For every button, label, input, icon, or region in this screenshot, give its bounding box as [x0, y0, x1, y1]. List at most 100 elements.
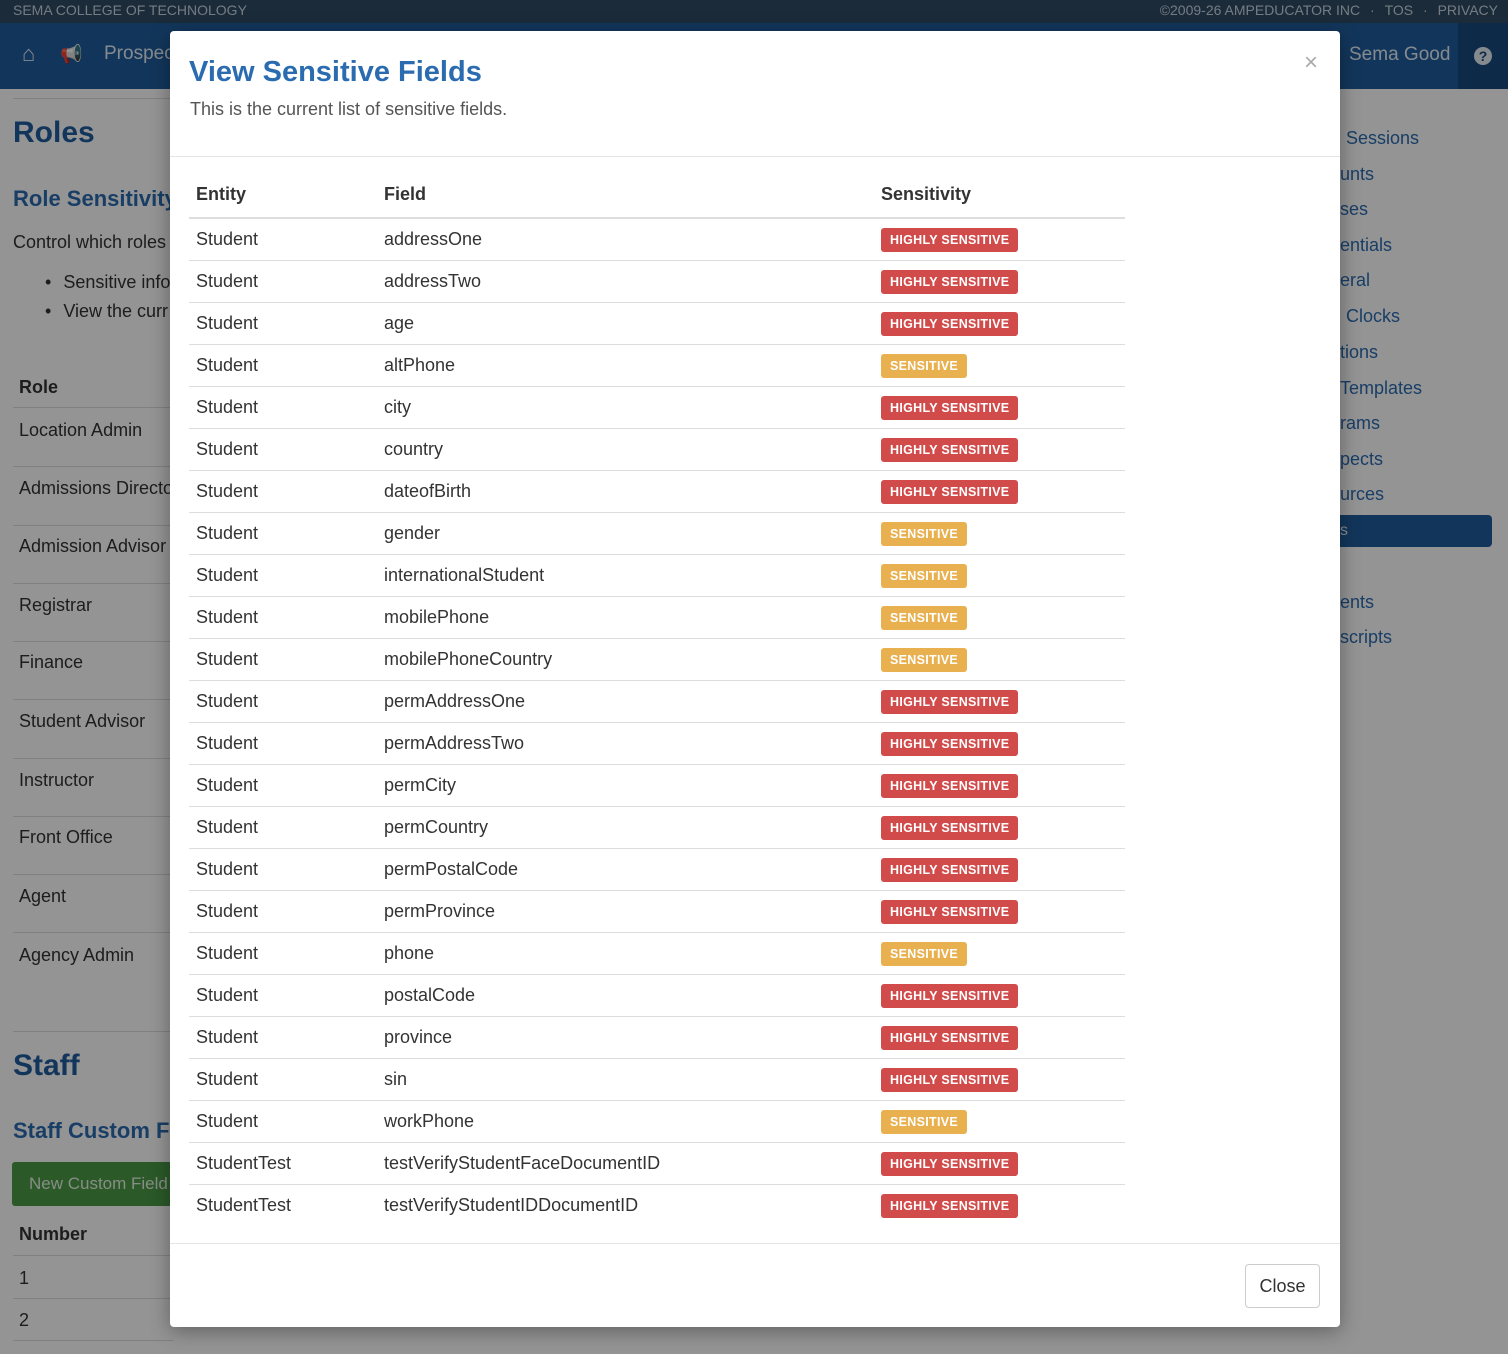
- highly-sensitive-badge: HIGHLY SENSITIVE: [881, 689, 1019, 714]
- sensitive-badge: SENSITIVE: [881, 1109, 967, 1134]
- sensitivity-cell: HIGHLY SENSITIVE: [874, 302, 1125, 345]
- highly-sensitive-badge: HIGHLY SENSITIVE: [881, 1025, 1019, 1050]
- table-row: Student altPhone SENSITIVE: [189, 344, 1125, 387]
- entity-cell: Student: [189, 1016, 377, 1059]
- highly-sensitive-badge: HIGHLY SENSITIVE: [881, 773, 1019, 798]
- entity-cell: Student: [189, 638, 377, 681]
- table-row: Student internationalStudent SENSITIVE: [189, 554, 1125, 597]
- table-row: Student postalCode HIGHLY SENSITIVE: [189, 974, 1125, 1017]
- entity-cell: Student: [189, 1058, 377, 1101]
- sensitivity-cell: HIGHLY SENSITIVE: [874, 890, 1125, 933]
- field-cell: postalCode: [377, 974, 874, 1017]
- entity-cell: Student: [189, 596, 377, 639]
- field-cell: country: [377, 428, 874, 471]
- field-cell: mobilePhoneCountry: [377, 638, 874, 681]
- entity-cell: Student: [189, 218, 377, 261]
- entity-cell: Student: [189, 932, 377, 975]
- close-icon[interactable]: ×: [1304, 49, 1318, 77]
- table-row: Student phone SENSITIVE: [189, 932, 1125, 975]
- sensitive-badge: SENSITIVE: [881, 647, 967, 672]
- highly-sensitive-badge: HIGHLY SENSITIVE: [881, 269, 1019, 294]
- entity-cell: StudentTest: [196, 1195, 292, 1215]
- table-row: Student addressOne HIGHLY SENSITIVE: [189, 218, 1125, 261]
- table-row: Student sin HIGHLY SENSITIVE: [189, 1058, 1125, 1101]
- highly-sensitive-badge: HIGHLY SENSITIVE: [881, 479, 1019, 504]
- highly-sensitive-badge: HIGHLY SENSITIVE: [881, 437, 1019, 462]
- entity-cell: Student: [189, 806, 377, 849]
- field-cell: permAddressOne: [377, 680, 874, 723]
- sensitivity-cell: SENSITIVE: [874, 1100, 1125, 1143]
- field-cell: internationalStudent: [377, 554, 874, 597]
- field-cell: testVerifyStudentIDDocumentID: [384, 1195, 639, 1215]
- field-cell: phone: [377, 932, 874, 975]
- sensitivity-cell: HIGHLY SENSITIVE: [874, 974, 1125, 1017]
- sensitive-badge: SENSITIVE: [881, 353, 967, 378]
- entity-cell: Student: [189, 848, 377, 891]
- field-cell: permCountry: [377, 806, 874, 849]
- sensitivity-column-header: Sensitivity: [874, 171, 1125, 219]
- table-row: Student age HIGHLY SENSITIVE: [189, 302, 1125, 345]
- table-row: Student permProvince HIGHLY SENSITIVE: [189, 890, 1125, 933]
- field-cell: age: [377, 302, 874, 345]
- entity-cell: Student: [189, 344, 377, 387]
- field-cell: sin: [377, 1058, 874, 1101]
- entity-cell: Student: [189, 680, 377, 723]
- field-cell: province: [377, 1016, 874, 1059]
- sensitivity-cell: HIGHLY SENSITIVE: [874, 848, 1125, 891]
- highly-sensitive-badge: HIGHLY SENSITIVE: [881, 983, 1019, 1008]
- table-row: Student permCountry HIGHLY SENSITIVE: [189, 806, 1125, 849]
- sensitivity-cell: HIGHLY SENSITIVE: [874, 218, 1125, 261]
- table-row: StudentTest testVerifyStudentFaceDocument…: [189, 1142, 1125, 1185]
- highly-sensitive-badge: HIGHLY SENSITIVE: [881, 1067, 1019, 1092]
- entity-cell: Student: [189, 428, 377, 471]
- field-cell: addressOne: [377, 218, 874, 261]
- sensitivity-cell: HIGHLY SENSITIVE: [874, 722, 1125, 765]
- sensitivity-cell: SENSITIVE: [874, 344, 1125, 387]
- modal-footer: Close: [170, 1243, 1340, 1328]
- entity-cell: Student: [189, 974, 377, 1017]
- highly-sensitive-badge: HIGHLY SENSITIVE: [881, 899, 1019, 924]
- entity-cell: Student: [189, 764, 377, 807]
- highly-sensitive-badge: HIGHLY SENSITIVE: [881, 227, 1019, 252]
- sensitivity-cell: HIGHLY SENSITIVE: [874, 1016, 1125, 1059]
- sensitivity-cell: HIGHLY SENSITIVE: [874, 1058, 1125, 1101]
- sensitivity-cell: SENSITIVE: [874, 638, 1125, 681]
- table-row: Student permAddressTwo HIGHLY SENSITIVE: [189, 722, 1125, 765]
- entity-cell: Student: [189, 260, 377, 303]
- table-row: Student city HIGHLY SENSITIVE: [189, 386, 1125, 429]
- entity-cell: Student: [189, 386, 377, 429]
- sensitive-fields-modal: View Sensitive Fields This is the curren…: [170, 31, 1340, 1327]
- highly-sensitive-badge: HIGHLY SENSITIVE: [881, 815, 1019, 840]
- table-row: Student dateofBirth HIGHLY SENSITIVE: [189, 470, 1125, 513]
- sensitivity-cell: HIGHLY SENSITIVE: [874, 1185, 1125, 1227]
- table-row: Student permCity HIGHLY SENSITIVE: [189, 764, 1125, 807]
- modal-subtitle: This is the current list of sensitive fi…: [190, 99, 508, 119]
- sensitive-badge: SENSITIVE: [881, 563, 967, 588]
- sensitivity-cell: HIGHLY SENSITIVE: [874, 806, 1125, 849]
- field-cell: permProvince: [377, 890, 874, 933]
- close-button[interactable]: Close: [1245, 1264, 1320, 1308]
- table-row: Student mobilePhone SENSITIVE: [189, 596, 1125, 639]
- entity-cell: Student: [189, 512, 377, 555]
- modal-title: View Sensitive Fields: [189, 56, 482, 88]
- modal-header: View Sensitive Fields This is the curren…: [170, 31, 1340, 157]
- table-header-row: Entity Field Sensitivity: [189, 171, 1125, 219]
- field-cell: workPhone: [377, 1100, 874, 1143]
- entity-cell: Student: [189, 470, 377, 513]
- highly-sensitive-badge: HIGHLY SENSITIVE: [881, 395, 1019, 420]
- field-cell: dateofBirth: [377, 470, 874, 513]
- field-cell: altPhone: [377, 344, 874, 387]
- sensitivity-cell: SENSITIVE: [874, 554, 1125, 597]
- field-cell: addressTwo: [377, 260, 874, 303]
- entity-cell: Student: [189, 1100, 377, 1143]
- sensitivity-cell: HIGHLY SENSITIVE: [874, 260, 1125, 303]
- sensitive-badge: SENSITIVE: [881, 521, 967, 546]
- field-cell: testVerifyStudentFaceDocumentID: [377, 1142, 874, 1185]
- field-cell: permPostalCode: [377, 848, 874, 891]
- table-row: Student mobilePhoneCountry SENSITIVE: [189, 638, 1125, 681]
- sensitivity-cell: HIGHLY SENSITIVE: [874, 428, 1125, 471]
- sensitivity-cell: SENSITIVE: [874, 596, 1125, 639]
- highly-sensitive-badge: HIGHLY SENSITIVE: [881, 857, 1019, 882]
- field-cell: mobilePhone: [377, 596, 874, 639]
- sensitive-badge: SENSITIVE: [881, 605, 967, 630]
